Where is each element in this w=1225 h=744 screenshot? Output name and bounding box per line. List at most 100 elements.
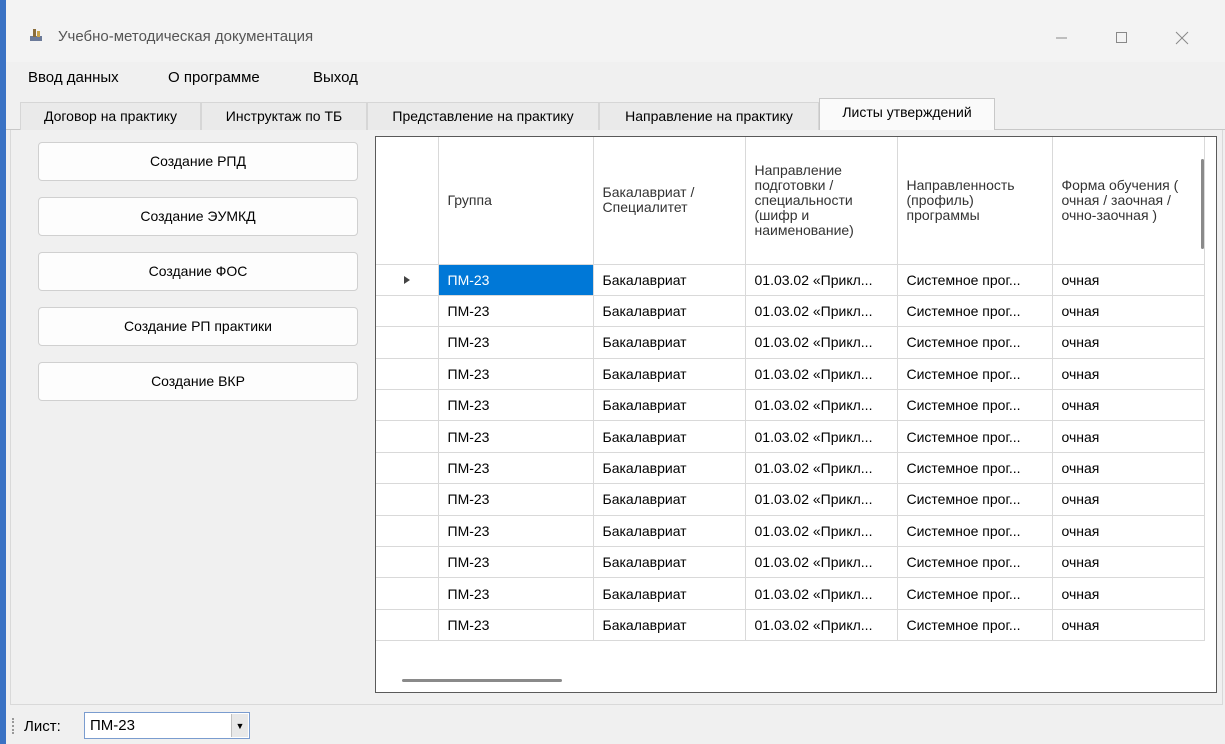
table-cell[interactable]: Системное прог... (897, 577, 1053, 610)
table-cell[interactable]: очная (1052, 295, 1205, 328)
vertical-scrollbar[interactable] (1201, 159, 1204, 249)
minimize-button[interactable] (1039, 18, 1085, 58)
row-header[interactable] (376, 452, 439, 485)
table-row[interactable]: ПМ-23 Бакалавриат 01.03.02 «Прикл... Систем… (376, 326, 1205, 359)
table-cell[interactable]: 01.03.02 «Прикл... (745, 546, 898, 579)
table-cell[interactable]: Системное прог... (897, 326, 1053, 359)
table-cell[interactable]: Системное прог... (897, 420, 1053, 453)
table-cell[interactable]: Бакалавриат (593, 326, 746, 359)
table-cell[interactable]: 01.03.02 «Прикл... (745, 295, 898, 328)
table-cell[interactable]: очная (1052, 515, 1205, 548)
table-cell[interactable]: Бакалавриат (593, 389, 746, 422)
close-button[interactable] (1159, 18, 1205, 58)
table-cell[interactable]: Бакалавриат (593, 420, 746, 453)
table-cell[interactable]: очная (1052, 326, 1205, 359)
row-header[interactable] (376, 577, 439, 610)
table-cell[interactable]: Системное прог... (897, 609, 1053, 642)
table-row[interactable]: ПМ-23 Бакалавриат 01.03.02 «Прикл... Систем… (376, 389, 1205, 422)
create-fos-button[interactable]: Создание ФОС (38, 252, 358, 291)
table-cell[interactable]: Бакалавриат (593, 546, 746, 579)
table-cell[interactable]: Бакалавриат (593, 483, 746, 516)
table-cell[interactable]: очная (1052, 577, 1205, 610)
column-header-direction[interactable]: Направление подготовки / специальности (… (745, 137, 898, 265)
table-cell[interactable]: Системное прог... (897, 295, 1053, 328)
row-header[interactable] (376, 609, 439, 642)
row-header[interactable] (376, 546, 439, 579)
table-cell[interactable]: Системное прог... (897, 483, 1053, 516)
tab-safety-briefing[interactable]: Инструктаж по ТБ (201, 102, 367, 130)
row-header[interactable] (376, 295, 439, 328)
table-cell[interactable]: Бакалавриат (593, 295, 746, 328)
table-row[interactable]: ПМ-23 Бакалавриат 01.03.02 «Прикл... Систем… (376, 609, 1205, 642)
row-header[interactable] (376, 420, 439, 453)
table-row[interactable]: ПМ-23 Бакалавриат 01.03.02 «Прикл... Систем… (376, 577, 1205, 610)
table-cell[interactable]: 01.03.02 «Прикл... (745, 609, 898, 642)
table-cell[interactable]: очная (1052, 546, 1205, 579)
tab-contract[interactable]: Договор на практику (20, 102, 201, 130)
create-rpd-button[interactable]: Создание РПД (38, 142, 358, 181)
table-cell[interactable]: ПМ-23 (438, 515, 594, 548)
create-vkr-button[interactable]: Создание ВКР (38, 362, 358, 401)
tab-submission[interactable]: Представление на практику (367, 102, 599, 130)
table-cell[interactable]: ПМ-23 (438, 295, 594, 328)
data-grid[interactable]: Группа Бакалавриат / Специалитет Направл… (375, 136, 1217, 693)
row-header[interactable] (376, 358, 439, 391)
menu-item-about[interactable]: О программе (168, 69, 260, 86)
column-header-profile[interactable]: Направленность (профиль) программы (897, 137, 1053, 265)
row-header[interactable] (376, 483, 439, 516)
table-cell[interactable]: очная (1052, 264, 1205, 296)
table-cell[interactable]: 01.03.02 «Прикл... (745, 483, 898, 516)
table-cell[interactable]: 01.03.02 «Прикл... (745, 420, 898, 453)
table-cell[interactable]: Бакалавриат (593, 264, 746, 296)
table-cell[interactable]: 01.03.02 «Прикл... (745, 515, 898, 548)
horizontal-scrollbar[interactable] (402, 679, 562, 682)
table-cell[interactable]: Бакалавриат (593, 358, 746, 391)
table-cell[interactable]: очная (1052, 483, 1205, 516)
chevron-down-icon[interactable]: ▼ (231, 714, 248, 737)
table-cell[interactable]: очная (1052, 389, 1205, 422)
table-cell[interactable]: 01.03.02 «Прикл... (745, 358, 898, 391)
tab-referral[interactable]: Направление на практику (599, 102, 819, 130)
table-cell[interactable]: очная (1052, 452, 1205, 485)
table-cell[interactable]: очная (1052, 358, 1205, 391)
table-row[interactable]: ПМ-23 Бакалавриат 01.03.02 «Прикл... Систем… (376, 420, 1205, 453)
table-cell[interactable]: Системное прог... (897, 452, 1053, 485)
table-cell[interactable]: Системное прог... (897, 358, 1053, 391)
table-cell[interactable]: Бакалавриат (593, 577, 746, 610)
table-row[interactable]: ПМ-23 Бакалавриат 01.03.02 «Прикл... Систем… (376, 358, 1205, 391)
table-cell[interactable]: Системное прог... (897, 515, 1053, 548)
table-cell[interactable]: ПМ-23 (438, 483, 594, 516)
table-cell[interactable]: очная (1052, 609, 1205, 642)
menu-item-data-entry[interactable]: Ввод данных (28, 69, 119, 86)
table-cell[interactable]: Системное прог... (897, 264, 1053, 296)
table-cell[interactable]: 01.03.02 «Прикл... (745, 389, 898, 422)
table-cell[interactable]: 01.03.02 «Прикл... (745, 577, 898, 610)
toolstrip-grip[interactable] (12, 718, 15, 734)
table-cell[interactable]: Бакалавриат (593, 515, 746, 548)
row-header[interactable] (376, 515, 439, 548)
menu-item-exit[interactable]: Выход (313, 69, 358, 86)
row-header[interactable] (376, 264, 439, 296)
table-row[interactable]: ПМ-23 Бакалавриат 01.03.02 «Прикл... Систем… (376, 452, 1205, 485)
row-header[interactable] (376, 326, 439, 359)
table-cell[interactable]: 01.03.02 «Прикл... (745, 264, 898, 296)
sheet-combobox[interactable]: ПМ-23 ▼ (84, 712, 250, 739)
table-cell[interactable]: 01.03.02 «Прикл... (745, 326, 898, 359)
row-header[interactable] (376, 389, 439, 422)
table-cell[interactable]: ПМ-23 (438, 420, 594, 453)
table-row[interactable]: ПМ-23 Бакалавриат 01.03.02 «Прикл... Систем… (376, 515, 1205, 548)
table-cell[interactable]: ПМ-23 (438, 546, 594, 579)
column-header-degree[interactable]: Бакалавриат / Специалитет (593, 137, 746, 265)
create-eumkd-button[interactable]: Создание ЭУМКД (38, 197, 358, 236)
table-cell[interactable]: Системное прог... (897, 546, 1053, 579)
table-row[interactable]: ПМ-23 Бакалавриат 01.03.02 «Прикл... Систем… (376, 295, 1205, 328)
table-cell[interactable]: Бакалавриат (593, 452, 746, 485)
column-header-group[interactable]: Группа (438, 137, 594, 265)
maximize-button[interactable] (1099, 18, 1145, 58)
column-header-study-form[interactable]: Форма обучения ( очная / заочная / очно-… (1052, 137, 1205, 265)
table-cell[interactable]: ПМ-23 (438, 609, 594, 642)
table-cell[interactable]: ПМ-23 (438, 389, 594, 422)
table-cell[interactable]: Системное прог... (897, 389, 1053, 422)
table-row[interactable]: ПМ-23 Бакалавриат 01.03.02 «Прикл... Систем… (376, 546, 1205, 579)
table-row[interactable]: ПМ-23 Бакалавриат 01.03.02 «Прикл... Систем… (376, 483, 1205, 516)
